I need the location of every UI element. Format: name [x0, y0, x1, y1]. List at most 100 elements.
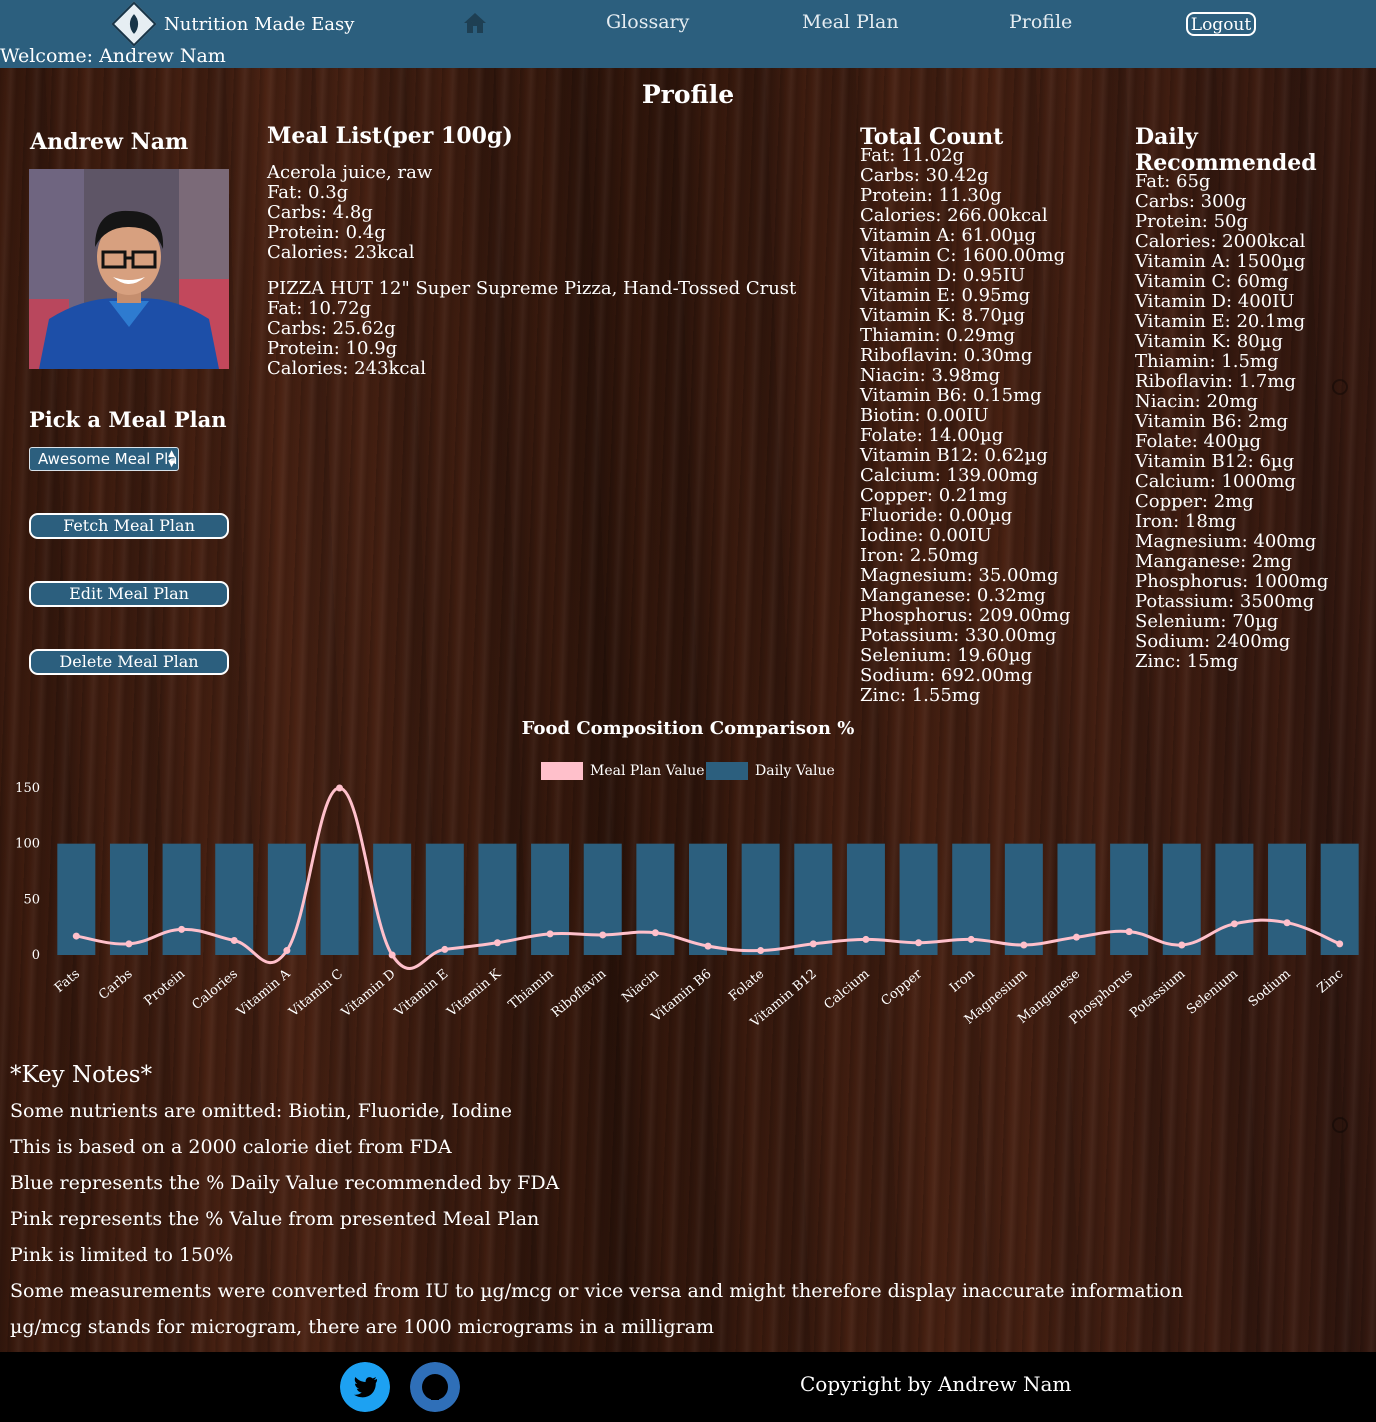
total-count-row: Riboflavin: 0.30mg: [860, 345, 1033, 366]
logout-button[interactable]: Logout: [1186, 12, 1256, 36]
total-count-row: Selenium: 19.60µg: [860, 645, 1032, 666]
daily-value-bar: [531, 843, 570, 955]
daily-value-bar: [373, 843, 412, 955]
total-count-row: Potassium: 330.00mg: [860, 625, 1057, 646]
meal-plan-point: [283, 947, 291, 955]
meal-plan-select[interactable]: Awesome Meal Plan ▲ ▼: [29, 447, 179, 471]
user-name: Andrew Nam: [30, 129, 189, 155]
meal-plan-point: [915, 939, 923, 947]
meal-plan-point: [493, 939, 501, 947]
total-count-row: Protein: 11.30g: [860, 185, 1002, 206]
meal-plan-point: [388, 951, 396, 959]
github-icon[interactable]: [410, 1362, 460, 1412]
meal-plan-point: [72, 932, 80, 940]
x-tick-label: Vitamin E: [391, 967, 451, 1021]
daily-recommended-row: Niacin: 20mg: [1135, 391, 1258, 412]
daily-recommended-row: Vitamin C: 60mg: [1135, 271, 1289, 292]
x-tick-label: Folate: [726, 966, 767, 1004]
total-count-row: Vitamin C: 1600.00mg: [860, 245, 1066, 266]
nav-link-profile[interactable]: Profile: [1009, 11, 1072, 33]
x-tick-label: Vitamin K: [444, 966, 504, 1020]
x-tick-label: Zinc: [1315, 967, 1347, 997]
meal-plan-point: [125, 940, 133, 948]
total-count-row: Iodine: 0.00IU: [860, 525, 992, 546]
daily-value-bar: [794, 843, 833, 955]
daily-value-bar: [320, 843, 359, 955]
total-count-row: Niacin: 3.98mg: [860, 365, 1001, 386]
daily-recommended-row: Manganese: 2mg: [1135, 551, 1292, 572]
y-tick-label: 0: [32, 948, 40, 963]
x-tick-label: Calories: [189, 967, 240, 1013]
delete-meal-plan-button[interactable]: Delete Meal Plan: [29, 649, 229, 675]
key-note-line: This is based on a 2000 calorie diet fro…: [10, 1136, 452, 1158]
total-count-row: Sodium: 692.00mg: [860, 665, 1033, 686]
total-count-column: Total Count Fat: 11.02g Carbs: 30.42g Prot…: [860, 124, 1071, 706]
edit-meal-plan-button[interactable]: Edit Meal Plan: [29, 581, 229, 607]
total-count-row: Zinc: 1.55mg: [860, 685, 981, 706]
total-count-row: Calories: 266.00kcal: [860, 205, 1048, 226]
meal-plan-point: [546, 930, 554, 938]
total-count-row: Phosphorus: 209.00mg: [860, 605, 1071, 626]
nav-link-glossary[interactable]: Glossary: [606, 11, 689, 33]
daily-recommended-title: Daily Recommended: [1135, 124, 1317, 176]
daily-recommended-row: Vitamin E: 20.1mg: [1135, 311, 1306, 332]
key-note-line: Some measurements were converted from IU…: [10, 1280, 1184, 1302]
daily-recommended-row: Carbs: 300g: [1135, 191, 1247, 212]
daily-recommended-row: Iron: 18mg: [1135, 511, 1237, 532]
brand[interactable]: Nutrition Made Easy: [111, 1, 355, 47]
x-tick-label: Vitamin C: [286, 967, 346, 1021]
meal-plan-point: [1125, 928, 1133, 936]
meal-plan-point: [862, 935, 870, 943]
daily-value-bar: [689, 843, 727, 955]
meal-plan-select-value: Awesome Meal Plan: [38, 450, 179, 468]
x-tick-label: Sodium: [1246, 967, 1294, 1011]
meal-plan-point: [230, 937, 238, 945]
footer: Copyright by Andrew Nam: [0, 1352, 1376, 1422]
meal-plan-point: [1178, 941, 1186, 949]
total-count-row: Vitamin B6: 0.15mg: [860, 385, 1042, 406]
total-count-row: Calcium: 139.00mg: [860, 465, 1039, 486]
chart-title: Food Composition Comparison %: [521, 718, 855, 739]
daily-recommended-row: Phosphorus: 1000mg: [1135, 571, 1329, 592]
meal-plan-point: [599, 931, 607, 939]
total-count-row: Thiamin: 0.29mg: [860, 325, 1015, 346]
key-note-line: µg/mcg stands for microgram, there are 1…: [10, 1316, 715, 1338]
y-tick-label: 150: [15, 781, 40, 796]
nav-link-meal-plan[interactable]: Meal Plan: [802, 11, 899, 33]
daily-value-bar: [1162, 843, 1201, 955]
meal-item-carbs: Carbs: 25.62g: [267, 318, 396, 339]
meal-item-protein: Protein: 0.4g: [267, 222, 386, 243]
daily-recommended-row: Vitamin K: 80µg: [1135, 331, 1283, 352]
chevron-updown-icon: ▲ ▼: [168, 449, 175, 469]
daily-value-bar: [109, 843, 148, 955]
daily-value-bar: [162, 843, 201, 955]
daily-value-bar: [1215, 843, 1254, 955]
daily-recommended-column: Daily Recommended Fat: 65g Carbs: 300g Pro…: [1135, 124, 1376, 672]
home-icon[interactable]: [463, 12, 487, 34]
key-note-line: Pink is limited to 150%: [10, 1244, 234, 1266]
x-tick-label: Carbs: [96, 967, 135, 1003]
brand-name: Nutrition Made Easy: [164, 13, 355, 35]
daily-recommended-row: Thiamin: 1.5mg: [1135, 351, 1279, 372]
key-notes: *Key Notes* Some nutrients are omitted: …: [10, 1062, 1183, 1350]
fetch-meal-plan-button[interactable]: Fetch Meal Plan: [29, 513, 229, 539]
daily-value-bar: [267, 843, 306, 955]
meal-plan-point: [1230, 920, 1238, 928]
meal-list-title: Meal List(per 100g): [267, 123, 513, 149]
x-tick-label: Thiamin: [506, 966, 557, 1012]
key-note-line: Pink represents the % Value from present…: [10, 1208, 540, 1230]
twitter-icon[interactable]: [340, 1362, 390, 1412]
total-count-row: Magnesium: 35.00mg: [860, 565, 1059, 586]
scroll-anchor-icon: [1332, 379, 1348, 395]
meal-plan-point: [178, 925, 186, 933]
meal-plan-point: [967, 935, 975, 943]
daily-recommended-row: Protein: 50g: [1135, 211, 1249, 232]
total-count-row: Vitamin A: 61.00µg: [860, 225, 1037, 246]
x-tick-label: Riboflavin: [549, 966, 610, 1021]
daily-recommended-row: Vitamin B12: 6µg: [1135, 451, 1295, 472]
meal-item-carbs: Carbs: 4.8g: [267, 202, 373, 223]
x-tick-label: Copper: [878, 966, 925, 1009]
meal-plan-point: [651, 929, 659, 937]
meal-item: Acerola juice, raw Fat: 0.3g Carbs: 4.8g…: [267, 163, 796, 263]
daily-value-bar: [899, 843, 938, 955]
